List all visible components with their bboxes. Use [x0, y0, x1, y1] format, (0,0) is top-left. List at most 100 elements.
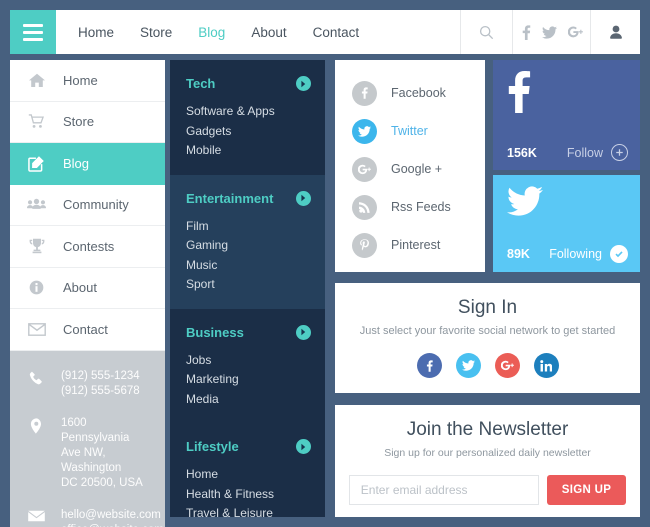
category-link[interactable]: Software & Apps [170, 102, 325, 122]
sidebar-item-label: Store [63, 114, 95, 130]
sign-in-subtitle: Just select your favorite social network… [359, 325, 616, 337]
sidebar-item-home[interactable]: Home [10, 60, 165, 102]
sidebar-item-blog[interactable]: Blog [10, 143, 165, 185]
social-list-item-twitter[interactable]: Twitter [335, 112, 485, 150]
user-icon [609, 25, 623, 40]
chevron-right-circle-icon[interactable] [296, 324, 311, 340]
home-icon [26, 73, 47, 88]
newsletter-title: Join the Newsletter [406, 419, 569, 440]
sidebar-item-label: Contact [63, 321, 108, 337]
social-list-label: Twitter [391, 124, 428, 138]
sidebar-item-contact[interactable]: Contact [10, 309, 165, 351]
cart-icon [26, 114, 47, 129]
google-plus-icon[interactable] [568, 25, 583, 39]
category-header-tech[interactable]: Tech [170, 76, 325, 91]
social-list-item-rss[interactable]: Rss Feeds [335, 188, 485, 226]
social-list-item-facebook[interactable]: Facebook [335, 74, 485, 112]
facebook-follow-card[interactable]: 156K Follow [493, 60, 640, 170]
pencil-edit-icon [26, 155, 47, 172]
twitter-follower-count: 89K [507, 247, 530, 261]
nav-item-about[interactable]: About [251, 25, 286, 40]
category-header-lifestyle[interactable]: Lifestyle [170, 439, 325, 454]
category-link[interactable]: Health & Fitness [170, 485, 325, 505]
newsletter-panel: Join the Newsletter Sign up for our pers… [335, 405, 640, 517]
search-button[interactable] [460, 10, 512, 54]
sidebar-item-about[interactable]: About [10, 268, 165, 309]
address-line-1: 1600 Pennsylvania [61, 416, 130, 444]
twitter-follow-card[interactable]: 89K Following [493, 175, 640, 272]
sidebar-item-community[interactable]: Community [10, 185, 165, 226]
facebook-follower-count: 156K [507, 145, 537, 160]
social-list-item-google-plus[interactable]: Google + [335, 150, 485, 188]
chevron-right-circle-icon[interactable] [296, 439, 311, 454]
sign-in-title: Sign In [457, 297, 518, 318]
facebook-icon [507, 71, 531, 118]
category-header-business[interactable]: Business [170, 324, 325, 340]
envelope-icon [26, 508, 47, 527]
twitter-following-label: Following [549, 247, 602, 261]
category-link[interactable]: Travel & Leisure [170, 504, 325, 517]
category-link[interactable]: Home [170, 465, 325, 485]
contact-email-text: hello@website.com office@website.com [61, 508, 164, 527]
category-title: Lifestyle [186, 439, 239, 454]
signin-twitter-button[interactable] [455, 353, 481, 378]
category-link[interactable]: Jobs [170, 351, 325, 371]
contact-email: hello@website.com office@website.com [10, 508, 165, 527]
trophy-icon [26, 238, 47, 254]
hamburger-icon-bar [23, 23, 43, 27]
nav-item-contact[interactable]: Contact [313, 25, 360, 40]
contact-address-text: 1600 Pennsylvania Ave NW, Washington DC … [61, 416, 153, 491]
category-link[interactable]: Gadgets [170, 122, 325, 142]
social-list-item-pinterest[interactable]: Pinterest [335, 226, 485, 264]
facebook-icon[interactable] [520, 24, 531, 40]
phone-line-2: (912) 555-5678 [61, 384, 140, 397]
facebook-card-footer: 156K Follow [493, 144, 640, 161]
sign-in-panel: Sign In Just select your favorite social… [335, 283, 640, 393]
top-navigation-bar: Home Store Blog About Contact [10, 10, 640, 54]
sidebar-item-store[interactable]: Store [10, 102, 165, 143]
sidebar-item-contests[interactable]: Contests [10, 226, 165, 268]
category-link[interactable]: Music [170, 256, 325, 276]
category-title: Entertainment [186, 190, 274, 206]
location-pin-icon [26, 416, 47, 491]
category-link[interactable]: Marketing [170, 370, 325, 390]
category-link[interactable]: Mobile [170, 141, 325, 161]
nav-item-store[interactable]: Store [140, 25, 172, 40]
twitter-following-button[interactable]: Following [549, 245, 628, 263]
category-link[interactable]: Gaming [170, 236, 325, 256]
main-nav-links: Home Store Blog About Contact [56, 10, 460, 54]
twitter-icon[interactable] [542, 25, 557, 39]
twitter-bird-icon [507, 186, 543, 221]
search-icon [479, 25, 494, 40]
hamburger-menu-button[interactable] [10, 10, 56, 54]
category-link[interactable]: Sport [170, 275, 325, 295]
newsletter-signup-button[interactable]: SIGN UP [546, 475, 627, 505]
facebook-icon [352, 80, 377, 106]
category-link[interactable]: Film [170, 217, 325, 237]
category-title: Tech [186, 76, 216, 91]
info-icon [26, 280, 47, 295]
sidebar-contact-info: (912) 555-1234 (912) 555-5678 1600 Penns… [10, 350, 165, 527]
signin-linkedin-button[interactable] [533, 353, 559, 378]
sidebar-item-label: Community [63, 197, 129, 213]
newsletter-email-input[interactable] [348, 475, 539, 505]
signin-google-plus-button[interactable] [494, 353, 520, 378]
category-menu: Tech Software & Apps Gadgets Mobile Ente… [170, 60, 325, 517]
category-header-entertainment[interactable]: Entertainment [170, 190, 325, 206]
chevron-right-circle-icon[interactable] [296, 190, 311, 206]
rss-icon [352, 194, 377, 220]
topbar-social-icons [512, 10, 590, 54]
social-list-label: Pinterest [391, 238, 441, 252]
people-icon [26, 198, 47, 211]
chevron-right-circle-icon[interactable] [296, 76, 311, 91]
sidebar-item-label: Contests [63, 238, 115, 254]
nav-item-home[interactable]: Home [78, 25, 114, 40]
user-account-button[interactable] [590, 10, 640, 54]
facebook-follow-button[interactable]: Follow [567, 144, 628, 161]
hamburger-icon-bar [23, 37, 43, 41]
category-link[interactable]: Media [170, 390, 325, 410]
nav-item-blog[interactable]: Blog [198, 25, 225, 40]
pinterest-icon [352, 232, 377, 258]
signin-facebook-button[interactable] [416, 353, 442, 378]
category-block-tech: Tech Software & Apps Gadgets Mobile [170, 60, 325, 175]
